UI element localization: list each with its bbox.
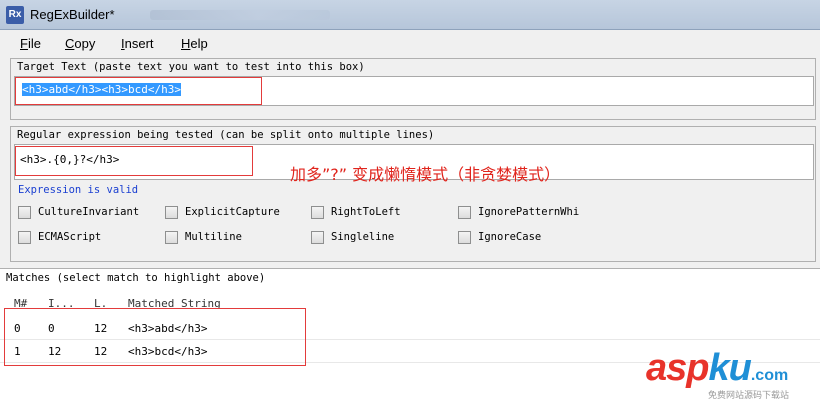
option-multiline[interactable]: Multiline: [165, 231, 305, 245]
menu-bar: File Copy Insert Help: [0, 31, 820, 57]
checkbox-icon: [458, 206, 471, 219]
column-header-matched-string[interactable]: Matched String: [128, 297, 221, 310]
option-singleline[interactable]: Singleline: [311, 231, 451, 245]
checkbox-icon: [18, 231, 31, 244]
option-ecmascript[interactable]: ECMAScript: [18, 231, 158, 245]
checkbox-icon: [18, 206, 31, 219]
regexbuilder-window: Rx RegExBuilder* File Copy Insert Help T…: [0, 0, 820, 405]
title-bar[interactable]: Rx RegExBuilder*: [0, 0, 820, 30]
target-text-value: <h3>abd</h3><h3>bcd</h3>: [22, 83, 181, 96]
regex-value: <h3>.{0,}?</h3>: [20, 153, 120, 166]
annotation-lazy-mode: 加多”?” 变成懒惰模式（非贪婪模式）: [290, 165, 561, 184]
checkbox-icon: [311, 206, 324, 219]
target-text-label: Target Text (paste text you want to test…: [17, 61, 365, 73]
checkbox-icon: [458, 231, 471, 244]
column-header-index[interactable]: I...: [48, 297, 75, 310]
checkbox-icon: [311, 231, 324, 244]
menu-copy[interactable]: Copy: [65, 36, 95, 51]
aspku-watermark-logo: aspku.com 免费网站源码下载站: [646, 347, 790, 401]
expression-status: Expression is valid: [18, 184, 139, 196]
option-explicit-capture[interactable]: ExplicitCapture: [165, 206, 305, 220]
menu-help[interactable]: Help: [181, 36, 208, 51]
regex-label: Regular expression being tested (can be …: [17, 129, 435, 141]
rx-app-icon: Rx: [6, 6, 24, 24]
column-header-match-number[interactable]: M#: [14, 297, 27, 310]
column-header-length[interactable]: L.: [94, 297, 107, 310]
table-row[interactable]: 0 0 12 <h3>abd</h3>: [0, 318, 820, 340]
checkbox-icon: [165, 231, 178, 244]
option-right-to-left[interactable]: RightToLeft: [311, 206, 451, 220]
option-ignore-pattern-whitespace[interactable]: IgnorePatternWhi: [458, 206, 598, 220]
target-text-input[interactable]: <h3>abd</h3><h3>bcd</h3>: [14, 76, 814, 106]
window-title: RegExBuilder*: [30, 7, 115, 22]
option-culture-invariant[interactable]: CultureInvariant: [18, 206, 158, 220]
menu-insert[interactable]: Insert: [121, 36, 154, 51]
menu-file[interactable]: File: [20, 36, 41, 51]
option-ignore-case[interactable]: IgnoreCase: [458, 231, 598, 245]
blurred-title-region: [150, 10, 330, 20]
matches-label: Matches (select match to highlight above…: [6, 272, 266, 284]
checkbox-icon: [165, 206, 178, 219]
